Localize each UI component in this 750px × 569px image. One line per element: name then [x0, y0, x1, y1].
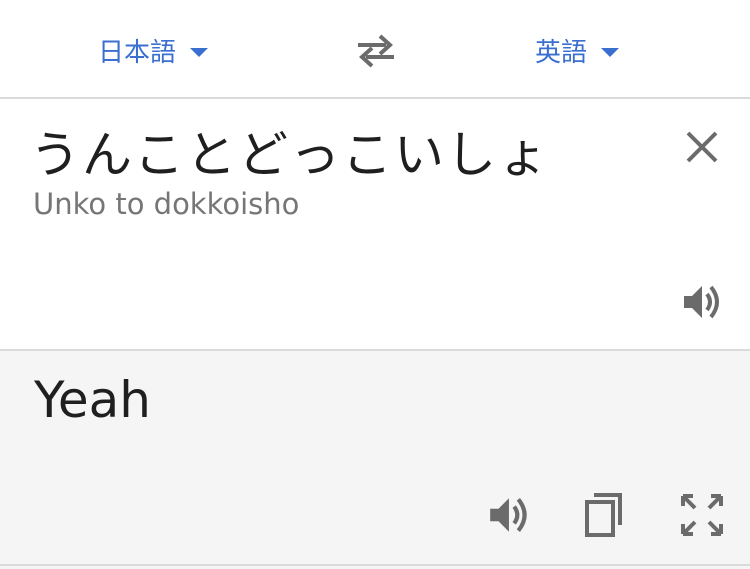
listen-source-button[interactable]	[680, 279, 726, 325]
copy-icon	[585, 493, 622, 537]
speaker-icon	[490, 498, 527, 532]
clear-input-button[interactable]	[682, 127, 722, 167]
target-language-select[interactable]: 英語	[535, 30, 620, 70]
translate-app: 日本語 英語 うんことどっこいしょ Unko to dokkoisho Yeah	[0, 0, 750, 569]
language-bar: 日本語 英語	[0, 0, 750, 99]
swap-languages-button[interactable]	[354, 30, 398, 70]
listen-translation-button[interactable]	[486, 491, 534, 539]
source-language-label: 日本語	[98, 37, 177, 68]
source-language-select[interactable]: 日本語	[98, 30, 209, 70]
source-text[interactable]: うんことどっこいしょ	[30, 115, 550, 187]
translated-text: Yeah	[34, 371, 151, 429]
output-panel: Yeah	[0, 351, 750, 569]
caret-down-icon	[190, 47, 209, 57]
swap-arrows-icon	[358, 34, 394, 68]
romanization-text: Unko to dokkoisho	[33, 187, 300, 221]
copy-translation-button[interactable]	[580, 491, 628, 539]
speaker-icon	[684, 285, 719, 319]
input-panel[interactable]: うんことどっこいしょ Unko to dokkoisho	[0, 99, 750, 351]
close-icon	[686, 131, 718, 163]
fullscreen-button[interactable]	[678, 491, 726, 539]
divider	[0, 564, 750, 566]
target-language-label: 英語	[535, 37, 588, 68]
fullscreen-icon	[681, 494, 723, 536]
caret-down-icon	[601, 47, 620, 57]
